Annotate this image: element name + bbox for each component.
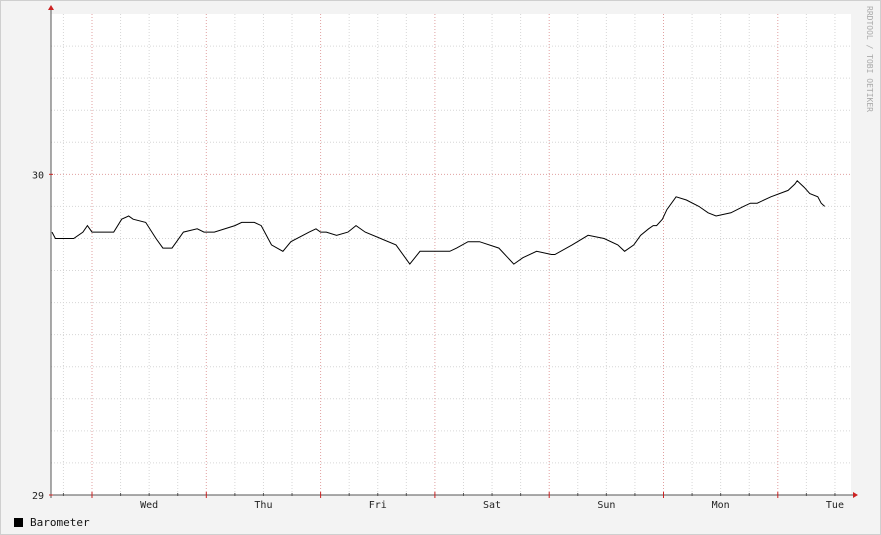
x-tick-label: Tue xyxy=(826,500,844,511)
chart-area: Wed Thu Fri Sat Sun Mon Tue 29 30 RRDTOOL / TOB… xyxy=(32,5,874,511)
legend-swatch xyxy=(14,517,23,527)
x-tick-label: Sun xyxy=(597,500,615,511)
x-tick-label: Thu xyxy=(254,500,272,511)
y-axis-arrow xyxy=(48,5,54,10)
x-tick-label: Mon xyxy=(712,500,730,511)
x-tick-labels: Wed Thu Fri Sat Sun Mon Tue xyxy=(140,500,844,511)
x-tick-label: Sat xyxy=(483,500,501,511)
x-axis-arrow xyxy=(853,492,858,498)
watermark-text: RRDTOOL / TOBI OETIKER xyxy=(865,6,874,112)
legend-label-barometer: Barometer xyxy=(30,515,90,529)
legend: Barometer xyxy=(14,515,90,529)
x-tick-label: Fri xyxy=(369,500,387,511)
y-tick-label: 29 xyxy=(32,491,44,502)
x-tick-label: Wed xyxy=(140,500,158,511)
y-tick-labels: 29 30 xyxy=(32,170,44,502)
plot-background xyxy=(51,14,851,495)
y-tick-label: 30 xyxy=(32,170,44,181)
